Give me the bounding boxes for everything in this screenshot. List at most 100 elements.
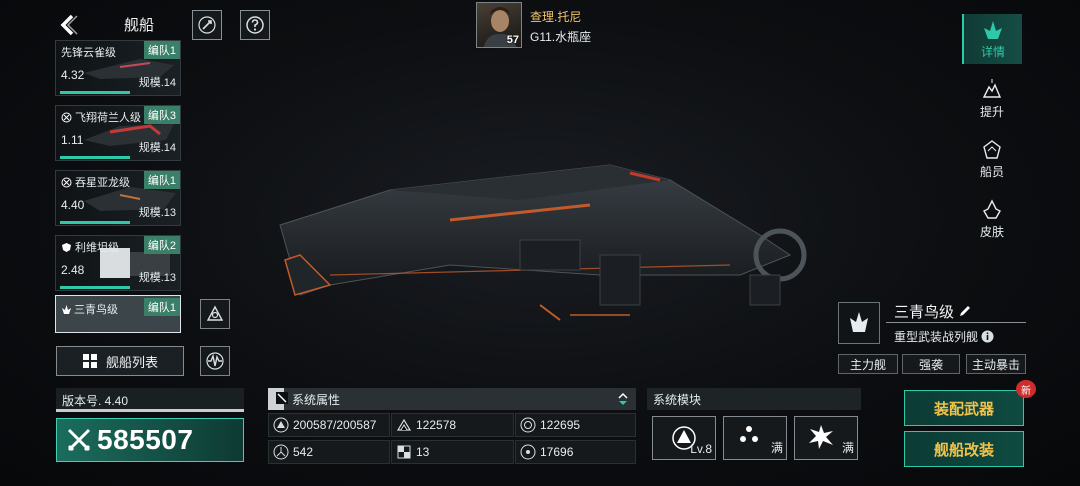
ship-tag: 强袭	[902, 354, 960, 374]
ship-type-label: 重型武装战列舰	[894, 330, 979, 344]
module-label: 满	[770, 441, 783, 455]
ship-progress-bar	[60, 286, 130, 289]
new-badge: 新	[1016, 380, 1036, 398]
attribute-value: 542	[293, 445, 314, 459]
attributes-icon	[275, 391, 289, 410]
module-slot[interactable]: 满	[794, 416, 858, 460]
crosshair-icon	[61, 110, 72, 128]
ship-version: 1.11	[61, 133, 84, 147]
ship-list-item[interactable]: 先锋云雀级 编队1 4.32 规模.14	[55, 40, 181, 96]
nav-tab-skin[interactable]: 皮肤	[962, 194, 1022, 244]
crew-icon	[983, 139, 1001, 159]
ship-list-item[interactable]: 吞星亚龙级 编队1 4.40 规模.13	[55, 170, 181, 226]
attribute-hp: 200587/200587	[268, 413, 390, 437]
ship-list-item[interactable]: 利维坦级 编队2 2.48 规模.13	[55, 235, 181, 291]
divider	[886, 322, 1026, 323]
commander-name: 查理.托尼	[530, 10, 582, 24]
ship-name: 先锋云雀级	[61, 47, 116, 59]
formation-button[interactable]	[200, 299, 230, 329]
triangle-emblem-icon	[206, 305, 224, 321]
combat-power: 585507	[56, 418, 244, 462]
ship-name: 三青鸟级	[894, 304, 955, 321]
feather-crest-icon	[850, 312, 868, 332]
skin-icon	[983, 198, 1001, 219]
ship-name: 利维坦级	[75, 242, 119, 254]
burst-module-icon	[809, 425, 833, 449]
fleet-badge: 编队3	[143, 106, 180, 124]
info-icon[interactable]	[981, 330, 994, 343]
attribute-value: 13	[416, 445, 430, 459]
attribute-value: 200587/200587	[293, 418, 377, 432]
attributes-toggle[interactable]	[612, 388, 634, 410]
crosshair-icon	[61, 175, 72, 193]
ship-list-item-selected[interactable]: 三青鸟级 编队1	[55, 295, 181, 333]
upgrade-icon	[982, 78, 1002, 98]
help-button[interactable]	[240, 10, 270, 40]
nav-label: 皮肤	[979, 224, 1004, 239]
shield-icon	[61, 240, 72, 258]
back-button[interactable]	[54, 10, 84, 40]
question-icon	[246, 16, 264, 34]
back-arrow-icon	[60, 14, 78, 36]
grid-icon	[82, 354, 97, 368]
ship-list-label: 舰船列表	[105, 354, 158, 370]
attributes-title: 系统属性	[292, 393, 341, 407]
galaxy-button[interactable]	[192, 10, 222, 40]
commander-level: 57	[506, 34, 519, 46]
fleet-badge: 编队1	[143, 171, 180, 189]
attribute-evasion: 13	[391, 440, 514, 464]
attribute-armor: 122578	[391, 413, 514, 437]
expand-toggle-icon	[618, 392, 628, 405]
ship-scale: 规模.14	[138, 77, 176, 89]
ship-name: 吞星亚龙级	[75, 177, 130, 189]
stats-button[interactable]	[200, 346, 230, 376]
crossed-swords-icon	[67, 428, 91, 452]
detail-icon	[984, 20, 1002, 39]
ship-version: 4.32	[61, 68, 85, 82]
checker-icon	[397, 445, 411, 459]
module-slot[interactable]: Lv.8	[652, 416, 716, 460]
attribute-energy: 542	[268, 440, 390, 464]
ship-scale: 规模.13	[138, 272, 176, 284]
ship-list-item[interactable]: 飞翔荷兰人级 编队3 1.11 规模.14	[55, 105, 181, 161]
attribute-value: 122695	[540, 418, 581, 432]
ship-list-button[interactable]: 舰船列表	[56, 346, 184, 376]
commander-rank: G11.水瓶座	[530, 30, 592, 44]
energy-icon	[273, 444, 289, 460]
attribute-value: 122578	[416, 418, 457, 432]
equip-weapons-button[interactable]: 装配武器	[904, 390, 1024, 426]
fleet-badge: 编队1	[143, 41, 180, 59]
modules-header: 系统模块	[647, 388, 861, 410]
attribute-value: 17696	[540, 445, 574, 459]
edit-icon[interactable]	[958, 304, 972, 318]
ship-tag: 主动暴击	[966, 354, 1026, 374]
ship-version: 4.40	[61, 198, 85, 212]
commander-avatar[interactable]: 57	[476, 2, 522, 48]
shield-round-icon	[520, 417, 536, 433]
ship-progress-bar	[60, 156, 130, 159]
rocket-icon	[198, 16, 216, 34]
ship-name-title: 三青鸟级	[894, 301, 972, 322]
attribute-speed: 17696	[515, 440, 636, 464]
ship-version: 2.48	[61, 263, 85, 277]
ship-render	[279, 164, 807, 321]
fleet-badge: 编队2	[143, 236, 180, 254]
combat-power-value: 585507	[97, 424, 194, 455]
ship-class-icon	[61, 302, 72, 320]
ship-progress-bar	[60, 91, 130, 94]
module-slot[interactable]: 满	[723, 416, 787, 460]
nav-tab-upgrade[interactable]: 提升	[962, 74, 1022, 124]
module-label: Lv.8	[690, 442, 712, 456]
nav-tab-crew[interactable]: 船员	[962, 134, 1022, 184]
nav-label: 船员	[979, 164, 1004, 179]
ship-progress-bar	[60, 221, 130, 224]
ship-modify-button[interactable]: 舰船改装	[904, 431, 1024, 467]
ship-name: 飞翔荷兰人级	[75, 112, 141, 124]
nav-label: 详情	[980, 44, 1005, 59]
ship-tag: 主力舰	[838, 354, 898, 374]
fleet-badge: 编队1	[143, 298, 180, 316]
target-icon	[520, 444, 536, 460]
hull-icon	[273, 417, 289, 433]
nav-tab-details[interactable]: 详情	[962, 14, 1022, 64]
attribute-shield: 122695	[515, 413, 636, 437]
